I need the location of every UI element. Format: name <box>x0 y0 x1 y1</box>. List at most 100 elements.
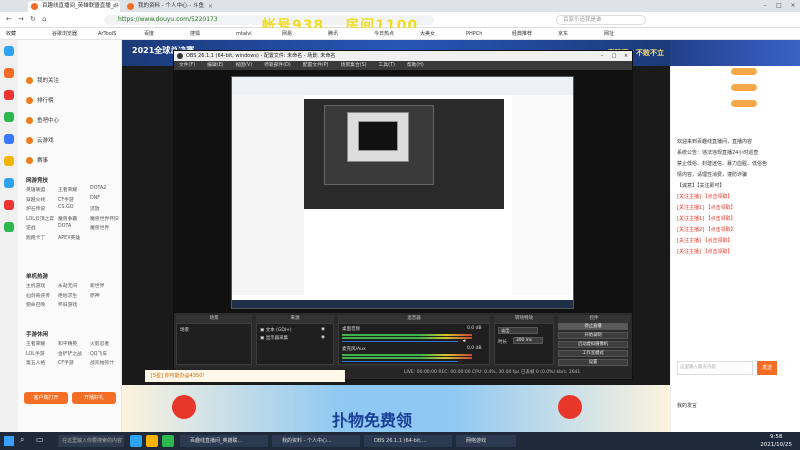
category-link[interactable]: 永劫无间 <box>58 282 77 289</box>
sidebar-item-esports[interactable]: 赛事 <box>26 156 48 164</box>
volume-slider[interactable] <box>342 361 458 362</box>
stop-streaming-button[interactable]: 停止直播 <box>558 323 628 330</box>
app-icon[interactable] <box>162 435 174 447</box>
search-icon[interactable]: ⌕ <box>20 435 24 445</box>
bookmark-item[interactable]: 百度 <box>144 28 154 40</box>
browser-tab-profile[interactable]: 我的资料 - 个人中心 - 斗鱼 × <box>124 1 216 12</box>
obs-menu-item[interactable]: 文件(F) <box>179 61 195 70</box>
send-button[interactable]: 发送 <box>757 361 777 375</box>
category-link[interactable]: CS:GO <box>58 205 74 210</box>
start-recording-button[interactable]: 开始录制 <box>558 332 628 339</box>
category-link[interactable]: 魔兽争霸 <box>58 215 77 222</box>
bookmark-item[interactable]: 收藏 <box>6 28 16 40</box>
speaker-icon[interactable]: 🔊︎ <box>463 338 466 344</box>
app-icon[interactable] <box>130 435 142 447</box>
category-link[interactable]: DOTA <box>58 224 71 229</box>
category-link[interactable]: 怀旧游戏 <box>58 301 77 308</box>
bookmark-item[interactable]: 谷歌浏览器 <box>52 28 77 40</box>
sidebar-item-fishbar[interactable]: 鱼吧中心 <box>26 116 59 124</box>
category-link[interactable]: 王者荣耀 <box>58 186 77 193</box>
taskbar-task[interactable]: 网络游戏 <box>456 435 516 447</box>
taskbar-task[interactable]: OBS 26.1.1 (64-bit,... <box>364 435 452 447</box>
app-icon[interactable] <box>4 90 14 100</box>
category-link[interactable]: 原神 <box>90 292 100 299</box>
source-item[interactable]: ▣ 显示器采集 <box>260 335 288 341</box>
virtual-camera-button[interactable]: 启动虚拟摄像机 <box>558 341 628 348</box>
category-link[interactable]: 绝地求生 <box>58 292 77 299</box>
category-link[interactable]: DOTA2 <box>90 186 106 191</box>
category-link[interactable]: 英雄联盟 <box>26 186 45 193</box>
maximize-icon[interactable]: □ <box>608 51 620 61</box>
forward-icon[interactable]: → <box>18 15 24 23</box>
stream-gift-button[interactable]: 开播好礼 <box>72 392 116 404</box>
back-icon[interactable]: ← <box>6 15 12 23</box>
category-link[interactable]: DNF <box>90 196 100 201</box>
obs-menu-item[interactable]: 场景集合(S) <box>341 61 367 70</box>
category-link[interactable]: 和平精英 <box>58 340 77 347</box>
category-link[interactable]: 第五人格 <box>26 359 45 366</box>
app-icon[interactable] <box>4 178 14 188</box>
maximize-icon[interactable]: □ <box>772 0 786 12</box>
sidebar-item-following[interactable]: 我的关注 <box>26 76 59 84</box>
category-link[interactable]: 魔兽世界怀旧 <box>90 215 119 222</box>
app-icon[interactable] <box>4 46 14 56</box>
app-icon[interactable] <box>4 134 14 144</box>
settings-button[interactable]: 设置 <box>558 359 628 366</box>
minimize-icon[interactable]: – <box>758 0 772 12</box>
windows-start-icon[interactable] <box>4 436 14 446</box>
open-client-button[interactable]: 客户端打开 <box>24 392 68 404</box>
app-icon[interactable] <box>4 68 14 78</box>
category-link[interactable]: 逆战 <box>26 224 36 231</box>
app-icon[interactable] <box>4 200 14 210</box>
close-icon[interactable]: × <box>208 1 213 12</box>
taskbar-task[interactable]: 我的资料 - 个人中心... <box>272 435 360 447</box>
obs-menu-item[interactable]: 停靠部件(D) <box>264 61 291 70</box>
close-icon[interactable]: × <box>112 1 117 12</box>
obs-menu-item[interactable]: 配置文件(P) <box>303 61 329 70</box>
category-link[interactable]: 穿越火线 <box>26 196 45 203</box>
bookmark-item[interactable]: 网址 <box>604 28 614 40</box>
browser-search-input[interactable]: 百家乐追我是谁 <box>556 15 646 25</box>
red-envelope-icon[interactable] <box>172 395 196 419</box>
obs-menu-item[interactable]: 帮助(H) <box>407 61 424 70</box>
category-link[interactable]: 炉石传说 <box>26 205 45 212</box>
obs-menu-item[interactable]: 编辑(E) <box>207 61 223 70</box>
promo-banner[interactable]: 扑物免费领 <box>122 385 670 432</box>
volume-slider[interactable] <box>342 341 458 342</box>
category-link[interactable]: LOL手游 <box>26 350 45 357</box>
transition-select[interactable]: 淡出 <box>498 327 538 334</box>
category-link[interactable]: 流放 <box>90 205 100 212</box>
taskbar-search-input[interactable]: 在这里输入你要搜索的内容 <box>58 435 124 447</box>
category-link[interactable]: QQ飞车 <box>90 350 107 357</box>
category-link[interactable]: 主机游戏 <box>26 282 45 289</box>
category-link[interactable]: 火影忍者 <box>90 340 109 347</box>
studio-mode-button[interactable]: 工作室模式 <box>558 350 628 357</box>
category-link[interactable]: CF手游 <box>58 196 74 203</box>
home-icon[interactable]: ⌂ <box>42 15 46 23</box>
app-icon[interactable] <box>4 112 14 122</box>
bookmark-item[interactable]: PHPCh <box>466 28 482 40</box>
app-icon[interactable] <box>4 222 14 232</box>
sidebar-item-ranking[interactable]: 排行榜 <box>26 96 54 104</box>
obs-menu-item[interactable]: 视图(V) <box>235 61 252 70</box>
close-icon[interactable]: × <box>620 51 632 61</box>
red-envelope-icon[interactable] <box>558 395 582 419</box>
bookmark-item[interactable]: 大美女 <box>420 28 435 40</box>
source-item[interactable]: ▣ 文本 (GDI+) <box>260 327 292 333</box>
obs-preview[interactable] <box>174 70 632 313</box>
bookmark-item[interactable]: 经典推荐 <box>512 28 532 40</box>
folder-icon[interactable] <box>146 435 158 447</box>
eye-icon[interactable]: ◉ <box>321 335 325 340</box>
bookmark-item[interactable]: ArToolS <box>98 28 116 40</box>
scene-item[interactable]: 场景 <box>180 327 189 333</box>
right-banner[interactable] <box>670 40 800 66</box>
browser-tab-douyu[interactable]: 百趣线直播间_英雄联盟直播_斗 × <box>28 1 120 12</box>
app-icon[interactable] <box>4 156 14 166</box>
bookmark-item[interactable]: 腾讯 <box>328 28 338 40</box>
category-link[interactable]: 仙剑奇侠传 <box>26 292 50 299</box>
category-link[interactable]: 魔兽世界 <box>90 224 109 231</box>
category-link[interactable]: 使命召唤 <box>26 301 45 308</box>
chat-input[interactable]: 这里输入聊天内容 <box>677 361 753 375</box>
task-view-icon[interactable]: ▭ <box>36 435 44 444</box>
category-link[interactable]: 新世界 <box>90 282 104 289</box>
